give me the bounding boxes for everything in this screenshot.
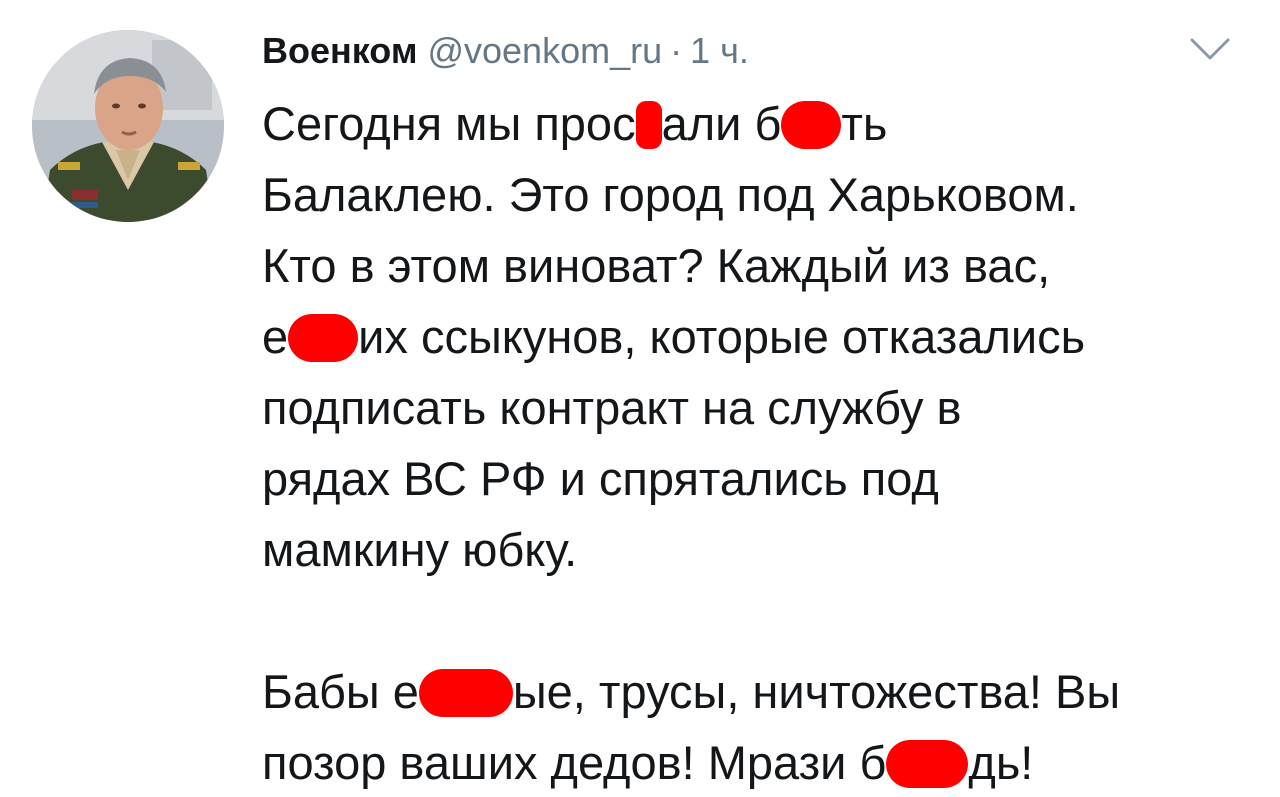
tweet-line: Бабы е ые, трусы, ничтожества! Вы (262, 656, 1262, 727)
avatar[interactable] (32, 30, 224, 222)
text-segment: ть (841, 97, 888, 150)
tweet-line: мамкину юбку. (262, 523, 578, 576)
text-segment: их ссыкунов, которые отказались (358, 310, 1086, 363)
redaction-mark (781, 101, 842, 149)
tweet-line: рядах ВС РФ и спрятались под (262, 452, 939, 505)
text-segment: позор ваших дедов! Мрази б (262, 736, 887, 789)
tweet-line: Сегодня мы прос али б ть (262, 88, 1262, 159)
tweet-paragraph-2: Бабы е ые, трусы, ничтожества! Вы позор в… (262, 656, 1262, 797)
text-segment: дь! (968, 736, 1034, 789)
chevron-down-icon (1190, 38, 1230, 60)
tweet-line: подписать контракт на службу в (262, 381, 962, 434)
tweet-paragraph-1: Сегодня мы прос али б ть Балаклею. Это гор… (262, 88, 1262, 585)
tweet-line: Кто в этом виноват? Каждый из вас, (262, 239, 1051, 292)
text-segment: е (262, 310, 289, 363)
tweet-card: Военком @voenkom_ru · 1 ч. Сегодня мы прос а… (0, 0, 1280, 797)
redaction-mark (886, 740, 969, 788)
redaction-mark (418, 669, 513, 717)
tweet-header: Военком @voenkom_ru · 1 ч. (262, 26, 749, 76)
redaction-mark (635, 101, 662, 149)
display-name[interactable]: Военком (262, 30, 417, 71)
tweet-line: позор ваших дедов! Мрази б дь! (262, 727, 1262, 797)
redaction-mark (288, 314, 359, 362)
tweet-menu-button[interactable] (1188, 34, 1232, 64)
user-handle[interactable]: @voenkom_ru (427, 30, 662, 71)
tweet-text: Сегодня мы прос али б ть Балаклею. Это гор… (262, 88, 1262, 797)
text-segment: али б (661, 97, 782, 150)
text-segment: ые, трусы, ничтожества! Вы (512, 665, 1121, 718)
timestamp[interactable]: 1 ч. (690, 30, 749, 71)
text-segment: Бабы е (262, 665, 419, 718)
tweet-line: е их ссыкунов, которые отказались (262, 301, 1262, 372)
user-avatar-photo-icon (32, 30, 224, 222)
tweet-line: Балаклею. Это город под Харьковом. (262, 168, 1079, 221)
text-segment: Сегодня мы прос (262, 97, 636, 150)
separator-dot: · (670, 30, 683, 71)
